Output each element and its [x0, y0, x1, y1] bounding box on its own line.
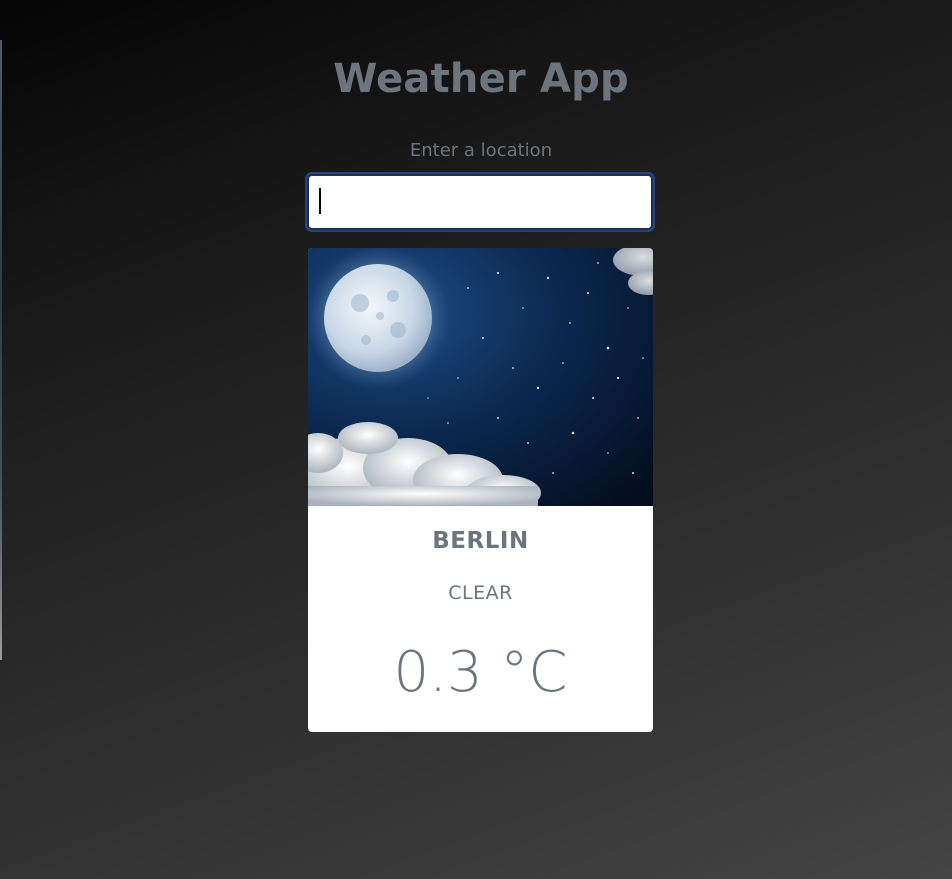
window-edge	[0, 40, 2, 660]
weather-condition: CLEAR	[448, 582, 513, 604]
city-name: BERLIN	[432, 528, 529, 554]
location-label: Enter a location	[409, 140, 553, 161]
temperature: 0.3 °C	[393, 640, 568, 705]
location-input[interactable]	[307, 174, 653, 230]
text-caret	[319, 188, 321, 214]
weather-card: BERLIN CLEAR 0.3 °C	[308, 248, 653, 732]
page-title: Weather App	[333, 56, 629, 102]
night-sky-moon-image	[308, 248, 653, 506]
